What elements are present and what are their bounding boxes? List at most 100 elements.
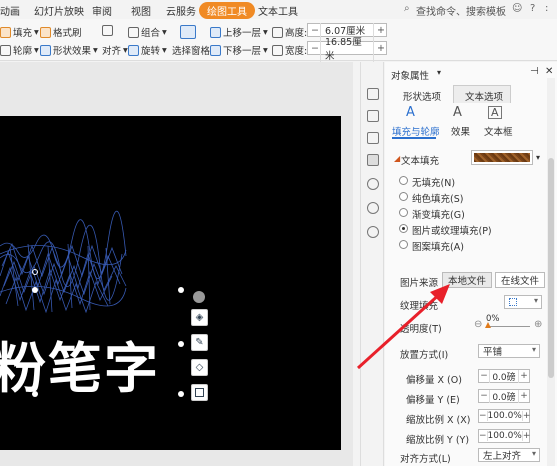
panel-scrollbar[interactable] — [547, 78, 555, 466]
tab-text-tools[interactable]: 文本工具 — [258, 3, 298, 18]
offset-x-stepper[interactable]: −0.0磅 + — [478, 369, 530, 383]
text-fill-icon: A — [406, 105, 415, 120]
selection-handle[interactable] — [178, 391, 184, 397]
radio-no-fill[interactable] — [399, 176, 408, 185]
help-circle-icon[interactable] — [367, 226, 379, 238]
properties-icon[interactable] — [367, 154, 379, 166]
selection-handle[interactable] — [32, 287, 38, 293]
radio-pattern-fill-label[interactable]: 图案填充(A) — [412, 239, 464, 253]
collapse-toolbar-icon[interactable] — [193, 291, 205, 303]
selection-pane-icon[interactable] — [180, 25, 196, 39]
offset-x-decrease[interactable]: − — [479, 371, 489, 381]
panel-title-dropdown-icon[interactable]: ▾ — [437, 68, 441, 77]
selection-handle[interactable] — [32, 391, 38, 397]
format-brush-button[interactable]: 格式刷 — [40, 25, 82, 39]
tab-animation[interactable]: 动画 — [0, 3, 20, 18]
panel-close-icon[interactable]: ✕ — [545, 66, 553, 77]
subtab-effect[interactable]: 效果 — [451, 124, 470, 138]
menu-bar: 动画 幻灯片放映 审阅 视图 云服务 绘图工具 文本工具 ⌕ 查找命令、搜索模板… — [0, 0, 557, 19]
radio-gradient-fill-label[interactable]: 渐变填充(G) — [412, 207, 465, 221]
radio-picture-fill[interactable] — [399, 224, 408, 233]
radio-solid-fill-label[interactable]: 纯色填充(S) — [412, 191, 463, 205]
width-stepper[interactable]: −16.85厘米 + — [307, 34, 387, 62]
shape-effect-button[interactable]: 形状效果 ▾ — [40, 43, 98, 57]
offset-y-stepper[interactable]: −0.0磅 + — [478, 389, 530, 403]
texture-dropdown-icon[interactable]: ▾ — [536, 153, 540, 162]
offset-y-label: 偏移量 Y (E) — [406, 395, 460, 406]
shape-icon[interactable] — [367, 110, 379, 122]
scale-y-stepper[interactable]: −100.0% + — [478, 429, 530, 443]
align-button[interactable]: 对齐 ▾ — [102, 43, 128, 58]
scale-x-decrease[interactable]: − — [479, 411, 487, 421]
placement-select[interactable]: 平铺 — [478, 344, 540, 358]
section-text-fill[interactable]: 文本填充 — [401, 153, 439, 167]
style-icon[interactable] — [367, 88, 379, 100]
share-icon[interactable] — [367, 178, 379, 190]
radio-picture-fill-label[interactable]: 图片或纹理填充(P) — [412, 223, 492, 237]
panel-pin-icon[interactable]: ⊣ — [530, 66, 539, 77]
scale-x-increase[interactable]: + — [523, 411, 531, 421]
section-collapse-icon[interactable]: ◢ — [394, 154, 400, 163]
copy-icon[interactable] — [367, 132, 379, 144]
radio-no-fill-label[interactable]: 无填充(N) — [412, 175, 455, 189]
width-decrease[interactable]: − — [308, 43, 320, 54]
tab-view[interactable]: 视图 — [131, 3, 151, 18]
selection-pane-button[interactable]: 选择窗格 — [172, 43, 210, 57]
radio-pattern-fill[interactable] — [399, 240, 408, 249]
offset-y-increase[interactable]: + — [519, 391, 529, 401]
pen-icon[interactable]: ✎ — [191, 334, 208, 351]
transparency-slider[interactable] — [486, 326, 530, 327]
tab-slideshow[interactable]: 幻灯片放映 — [34, 3, 84, 18]
scale-y-increase[interactable]: + — [523, 431, 531, 441]
scroll-thumb[interactable] — [548, 158, 554, 378]
radio-solid-fill[interactable] — [399, 192, 408, 201]
bring-forward-button[interactable]: 上移一层 ▾ — [210, 25, 268, 39]
send-backward-button[interactable]: 下移一层 ▾ — [210, 43, 268, 57]
fill-icon — [0, 26, 11, 38]
history-icon[interactable] — [367, 202, 379, 214]
chalk-text[interactable]: 粉笔字 — [0, 324, 160, 403]
slide[interactable]: 粉笔字 — [0, 116, 341, 450]
layers-icon[interactable]: ◈ — [191, 309, 208, 326]
width-icon — [272, 44, 283, 56]
subtab-fill-outline[interactable]: 填充与轮廓 — [392, 124, 440, 138]
bring-forward-icon — [210, 26, 221, 38]
rotate-button[interactable]: 旋转 ▾ — [128, 43, 167, 57]
group-button[interactable]: 组合 ▾ — [128, 25, 167, 39]
height-decrease[interactable]: − — [308, 25, 320, 36]
texture-preview[interactable] — [471, 150, 533, 165]
tab-cloud[interactable]: 云服务 — [166, 3, 196, 18]
texture-fill-select[interactable] — [504, 295, 542, 309]
selection-handle[interactable] — [178, 341, 184, 347]
user-icon[interactable]: ☺ — [512, 3, 522, 14]
outline-button[interactable]: 轮廓 ▾ — [0, 43, 39, 57]
tab-review[interactable]: 审阅 — [92, 3, 112, 18]
subtab-textbox[interactable]: 文本框 — [484, 124, 513, 138]
frame-icon[interactable] — [191, 384, 208, 401]
fill-button[interactable]: 填充 ▾ — [0, 25, 39, 39]
transparency-decrease[interactable]: ⊖ — [474, 319, 482, 330]
alignment-select[interactable]: 左上对齐 — [478, 448, 540, 462]
scale-y-label: 缩放比例 Y (Y) — [406, 435, 470, 446]
transparency-increase[interactable]: ⊕ — [534, 319, 542, 330]
fill-bucket-icon[interactable]: ◇ — [191, 359, 208, 376]
search-icon[interactable]: ⌕ — [404, 3, 410, 14]
offset-x-increase[interactable]: + — [519, 371, 529, 381]
align-icon[interactable] — [102, 25, 113, 36]
transparency-slider-thumb[interactable] — [485, 322, 491, 328]
tab-drawing-tools[interactable]: 绘图工具 — [199, 2, 255, 19]
selection-handle[interactable] — [178, 287, 184, 293]
command-search[interactable]: 查找命令、搜索模板 — [416, 3, 506, 18]
more-icon[interactable]: : — [545, 3, 548, 14]
scale-x-stepper[interactable]: −100.0% + — [478, 409, 530, 423]
width-increase[interactable]: + — [374, 43, 386, 54]
online-file-button[interactable]: 在线文件 — [495, 272, 545, 288]
offset-y-decrease[interactable]: − — [479, 391, 489, 401]
height-increase[interactable]: + — [374, 25, 386, 36]
send-backward-icon — [210, 44, 221, 56]
rotate-icon — [128, 44, 139, 56]
rotate-handle[interactable] — [32, 269, 38, 275]
scale-y-decrease[interactable]: − — [479, 431, 487, 441]
radio-gradient-fill[interactable] — [399, 208, 408, 217]
help-icon[interactable]: ? — [530, 3, 535, 14]
